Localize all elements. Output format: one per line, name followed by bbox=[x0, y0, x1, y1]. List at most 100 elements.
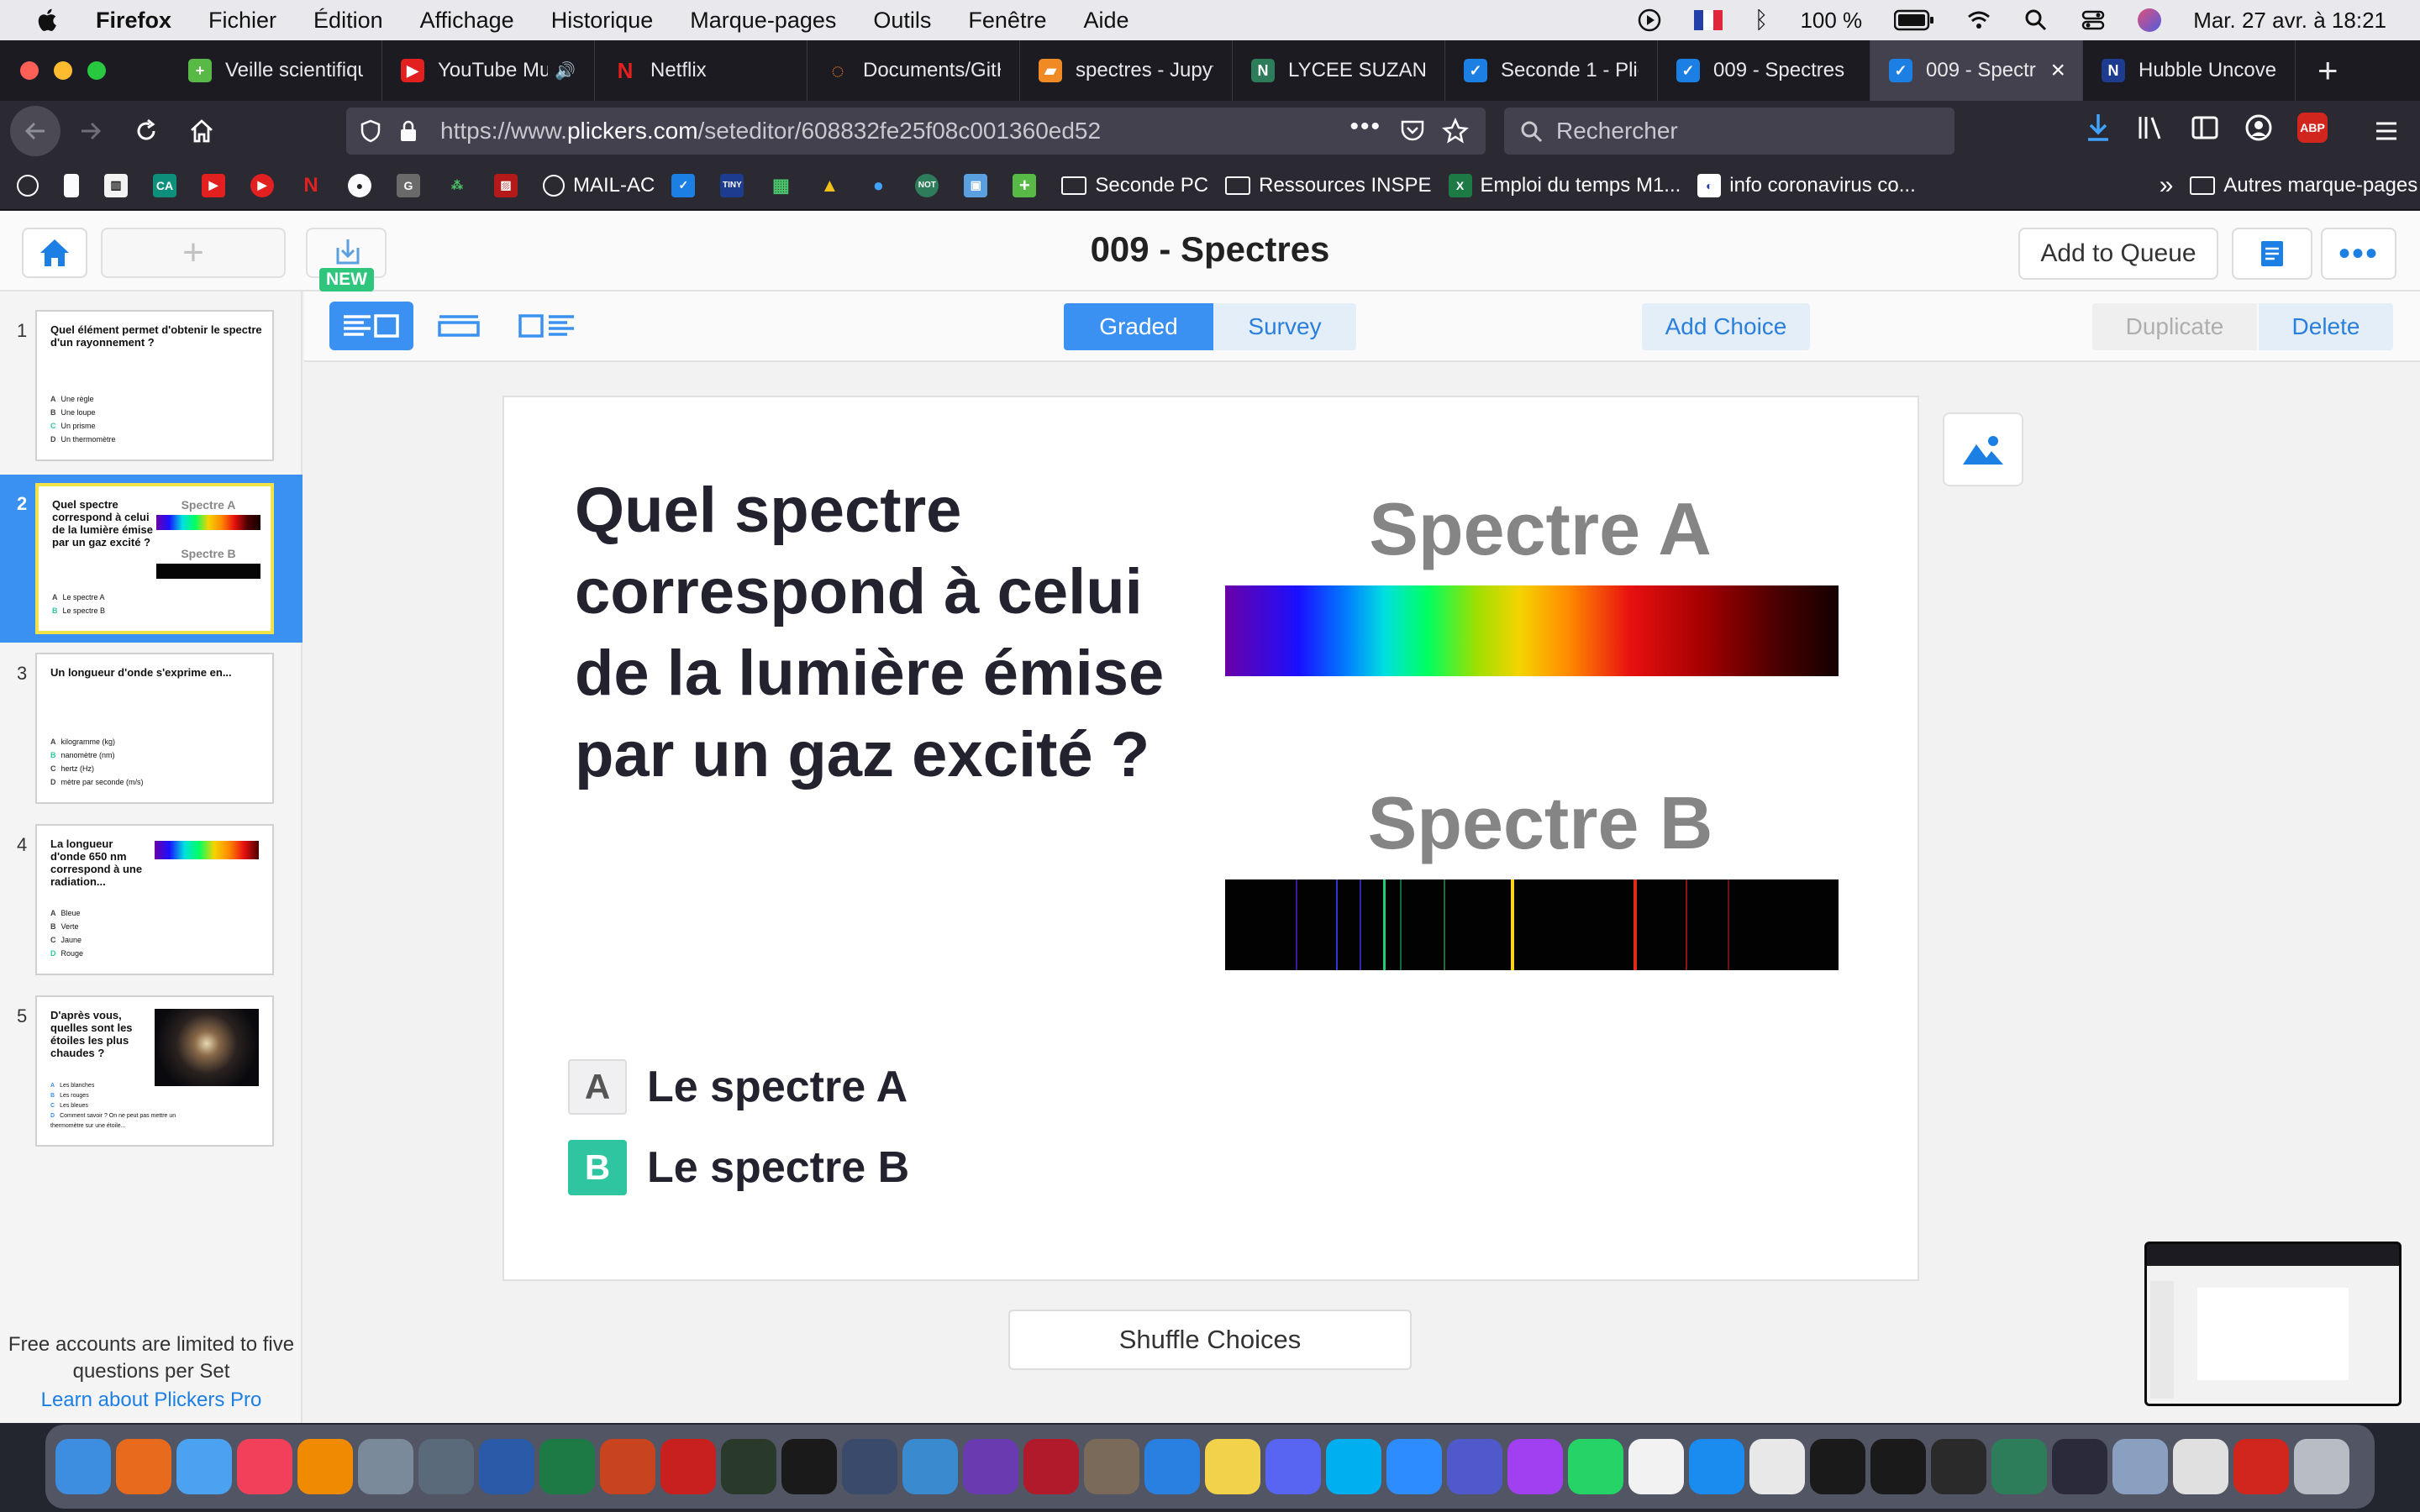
browser-tab-4[interactable]: ◌ Documents/GitH bbox=[808, 40, 1020, 101]
slide-thumbnail-4[interactable]: 4 La longueur d'onde 650 nm correspond à… bbox=[0, 816, 302, 984]
back-button[interactable] bbox=[10, 106, 60, 156]
not-app-icon[interactable] bbox=[1991, 1439, 2047, 1494]
github-desktop-icon[interactable] bbox=[963, 1439, 1018, 1494]
audio-playing-icon[interactable]: 🔊 bbox=[555, 60, 576, 81]
more-options-button[interactable]: ••• bbox=[2321, 228, 2396, 280]
menu-outils[interactable]: Outils bbox=[873, 8, 931, 34]
page-actions-icon[interactable]: ••• bbox=[1349, 113, 1381, 141]
atom-icon[interactable] bbox=[902, 1439, 958, 1494]
menu-edition[interactable]: Édition bbox=[313, 8, 383, 34]
document-view-button[interactable] bbox=[2232, 228, 2312, 280]
bookmark-qr[interactable]: ▦ bbox=[769, 174, 801, 197]
excel-icon[interactable] bbox=[539, 1439, 595, 1494]
zoom-icon[interactable] bbox=[1386, 1439, 1442, 1494]
choice-a-row[interactable]: A Le spectre A bbox=[568, 1058, 908, 1116]
choice-b-text[interactable]: Le spectre B bbox=[647, 1142, 909, 1193]
browser-tab-3[interactable]: N Netflix bbox=[595, 40, 808, 101]
forward-button[interactable] bbox=[66, 106, 116, 156]
bookmark-dots[interactable]: ⁂ bbox=[445, 174, 477, 197]
browser-tab-6[interactable]: N LYCEE SUZANN bbox=[1233, 40, 1445, 101]
library-icon[interactable] bbox=[2136, 113, 2166, 143]
pycharm-icon[interactable] bbox=[781, 1439, 837, 1494]
address-bar[interactable]: https://www.plickers.com/seteditor/60883… bbox=[346, 108, 1486, 155]
finder-icon[interactable] bbox=[55, 1439, 111, 1494]
hamburger-menu-icon[interactable] bbox=[2373, 118, 2400, 144]
bookmark-folder-seconde-pc[interactable]: Seconde PC bbox=[1061, 174, 1208, 197]
play-status-icon[interactable] bbox=[1637, 8, 1662, 33]
search-bar[interactable]: Rechercher bbox=[1504, 108, 1954, 155]
skype-icon[interactable] bbox=[1326, 1439, 1381, 1494]
graded-toggle[interactable]: Graded bbox=[1064, 303, 1213, 350]
browser-tab-10[interactable]: N Hubble Uncover bbox=[2083, 40, 2296, 101]
layout-media-text-button[interactable] bbox=[504, 302, 588, 350]
spotlight-search-icon[interactable] bbox=[2023, 8, 2049, 33]
reload-button[interactable] bbox=[121, 106, 171, 156]
menu-affichage[interactable]: Affichage bbox=[420, 8, 514, 34]
bookmark-mail-ac[interactable]: MAIL-AC bbox=[543, 174, 655, 197]
word-icon[interactable] bbox=[479, 1439, 534, 1494]
browser-tab-8[interactable]: ✓ 009 - Spectres bbox=[1658, 40, 1870, 101]
safari-icon[interactable] bbox=[1144, 1439, 1200, 1494]
close-window-button[interactable] bbox=[20, 61, 39, 80]
add-to-queue-button[interactable]: Add to Queue bbox=[2018, 228, 2218, 280]
choice-a-letter[interactable]: A bbox=[568, 1059, 627, 1115]
duplicate-button[interactable]: Duplicate bbox=[2092, 303, 2257, 350]
close-tab-icon[interactable]: × bbox=[2050, 56, 2065, 85]
bookmark-plus[interactable]: + bbox=[1013, 173, 1044, 197]
menu-aide[interactable]: Aide bbox=[1083, 8, 1128, 34]
question-text[interactable]: Quel spectre correspond à celui de la lu… bbox=[575, 470, 1180, 795]
new-tab-button[interactable]: + bbox=[2317, 50, 2338, 91]
preview-icon[interactable] bbox=[358, 1439, 413, 1494]
menu-datetime[interactable]: Mar. 27 avr. à 18:21 bbox=[2193, 8, 2386, 34]
browser-tab-5[interactable]: ▰ spectres - Jupyt bbox=[1020, 40, 1233, 101]
shuffle-choices-button[interactable]: Shuffle Choices bbox=[1008, 1310, 1412, 1370]
bookmark-netflix[interactable]: N bbox=[299, 174, 331, 197]
wifi-icon[interactable] bbox=[1966, 8, 1991, 33]
menu-app-name[interactable]: Firefox bbox=[96, 8, 171, 34]
music-icon[interactable] bbox=[237, 1439, 292, 1494]
xcode-ring-icon[interactable] bbox=[721, 1439, 776, 1494]
layout-media-button[interactable] bbox=[417, 302, 501, 350]
bookmark-credit-agricole[interactable]: CA bbox=[153, 173, 185, 197]
siri-icon[interactable] bbox=[2138, 8, 2162, 32]
teams-icon[interactable] bbox=[1447, 1439, 1502, 1494]
bookmark-emploi-du-temps[interactable]: X Emploi du temps M1... bbox=[1448, 173, 1681, 197]
bookmarks-overflow-button[interactable]: » bbox=[2160, 171, 2174, 200]
mail-icon[interactable] bbox=[176, 1439, 232, 1494]
browser-tab-9[interactable]: ✓ 009 - Spectr × bbox=[1870, 40, 2083, 101]
menu-historique[interactable]: Historique bbox=[551, 8, 654, 34]
slide-canvas[interactable]: Quel spectre correspond à celui de la lu… bbox=[502, 396, 1919, 1281]
discord-icon[interactable] bbox=[1265, 1439, 1321, 1494]
adblock-plus-icon[interactable]: ABP bbox=[2297, 113, 2328, 143]
control-center-icon[interactable] bbox=[2081, 8, 2106, 33]
plickers-pro-link[interactable]: Learn about Plickers Pro bbox=[0, 1389, 302, 1412]
acrobat-icon[interactable] bbox=[660, 1439, 716, 1494]
layout-text-media-button[interactable] bbox=[329, 302, 413, 350]
delete-button[interactable]: Delete bbox=[2259, 303, 2393, 350]
bookmark-folder-ressources-inspe[interactable]: Ressources INSPE bbox=[1225, 174, 1432, 197]
account-icon[interactable] bbox=[2244, 113, 2274, 143]
browser-tab-2[interactable]: ▶ YouTube Mu 🔊 bbox=[382, 40, 595, 101]
apple-icon[interactable] bbox=[34, 6, 62, 34]
activity-monitor-icon[interactable] bbox=[1870, 1439, 1926, 1494]
bookmark-drive[interactable]: ▲ bbox=[818, 174, 850, 197]
french-flag-icon[interactable] bbox=[1693, 10, 1723, 30]
add-image-button[interactable] bbox=[1943, 412, 2023, 486]
texmaker-icon[interactable] bbox=[418, 1439, 474, 1494]
preview-doc-icon[interactable] bbox=[2173, 1439, 2228, 1494]
trash-icon[interactable] bbox=[2294, 1439, 2349, 1494]
bookmark-not[interactable]: NOT bbox=[915, 173, 947, 197]
pocket-icon[interactable] bbox=[1400, 119, 1425, 143]
choice-a-text[interactable]: Le spectre A bbox=[647, 1062, 908, 1112]
bookmark-check[interactable]: ✓ bbox=[671, 173, 703, 197]
gimp-icon[interactable] bbox=[1084, 1439, 1139, 1494]
messenger-icon[interactable] bbox=[1507, 1439, 1563, 1494]
browser-tab-1[interactable]: + Veille scientifiqu bbox=[170, 40, 382, 101]
clock-icon[interactable] bbox=[1931, 1439, 1986, 1494]
add-choice-button[interactable]: Add Choice bbox=[1642, 303, 1810, 350]
survey-toggle[interactable]: Survey bbox=[1213, 303, 1356, 350]
screen-icon[interactable] bbox=[2112, 1439, 2168, 1494]
powerpoint-icon[interactable] bbox=[600, 1439, 655, 1494]
menu-marque-pages[interactable]: Marque-pages bbox=[690, 8, 836, 34]
bookmark-small-2[interactable]: ▥ bbox=[104, 173, 136, 197]
